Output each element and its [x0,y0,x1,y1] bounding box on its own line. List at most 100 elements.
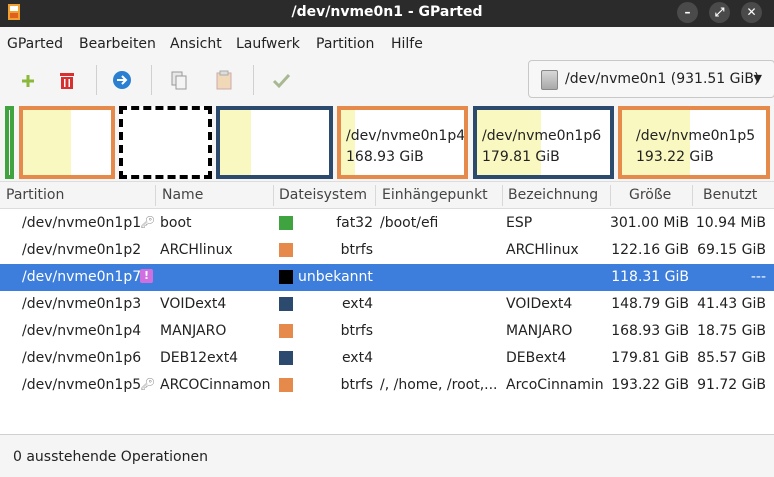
name-cell: ARCOCinnamon [160,377,271,393]
column-used[interactable]: Benutzt [703,187,757,203]
column-separator [502,185,503,206]
menu-bearbeiten[interactable]: Bearbeiten [79,36,156,52]
filesystem-color-swatch [279,216,293,230]
column-label[interactable]: Bezeichnung [508,187,598,203]
apply-icon[interactable] [268,67,294,93]
column-mountpoint[interactable]: Einhängepunkt [382,187,488,203]
name-cell: boot [160,215,192,231]
filesystem-color-swatch [279,324,293,338]
diskmap-partition-p6[interactable]: /dev/nvme0n1p6 179.81 GiB [473,106,614,179]
column-separator [375,185,376,206]
partition-cell: /dev/nvme0n1p3 [22,296,142,312]
minimize-button[interactable]: – [677,2,698,23]
column-partition[interactable]: Partition [6,187,64,203]
used-cell: 18.75 GiB [697,323,766,339]
mountpoint-cell: /, /home, /root,... [380,377,498,393]
size-cell: 193.22 GiB [611,377,689,393]
filesystem-color-swatch [279,297,293,311]
menu-partition[interactable]: Partition [316,36,374,52]
maximize-button[interactable]: ⤢ [709,2,730,23]
name-cell: VOIDext4 [160,296,227,312]
used-cell: 41.43 GiB [697,296,766,312]
table-row[interactable]: /dev/nvme0n1p5 🔑︎ ARCOCinnamon btrfs /, /hom… [0,372,774,399]
diskmap-partition-p4[interactable]: /dev/nvme0n1p4 168.93 GiB [337,106,468,179]
disk-map: /dev/nvme0n1p4 168.93 GiB /dev/nvme0n1p6 1… [0,101,774,181]
table-row[interactable]: /dev/nvme0n1p4 MANJARO btrfs MANJARO 168.93 … [0,318,774,345]
disk-icon [541,70,558,90]
toolbar-separator [253,65,254,95]
column-separator [610,185,611,206]
filesystem-color-swatch [279,243,293,257]
label-cell: VOIDext4 [506,296,573,312]
column-separator [273,185,274,206]
new-partition-icon[interactable] [15,67,41,93]
filesystem-color-swatch [279,270,293,284]
table-row[interactable]: /dev/nvme0n1p3 VOIDext4 ext4 VOIDext4 148.79… [0,291,774,318]
table-row[interactable]: /dev/nvme0n1p7! unbekannt 118.31 GiB --- [0,264,774,291]
size-cell: 148.79 GiB [611,296,689,312]
diskmap-partition-p2[interactable] [19,106,115,179]
column-filesystem[interactable]: Dateisystem [279,187,367,203]
filesystem-color-swatch [279,351,293,365]
name-cell: DEB12ext4 [160,350,239,366]
used-cell: 85.57 GiB [697,350,766,366]
menu-hilfe[interactable]: Hilfe [391,36,423,52]
toolbar-separator [151,65,152,95]
partition-cell: /dev/nvme0n1p4 [22,323,142,339]
column-size[interactable]: Größe [629,187,671,203]
diskmap-partition-p5[interactable]: /dev/nvme0n1p5 193.22 GiB [618,106,770,179]
filesystem-cell: ext4 [341,296,373,312]
copy-icon[interactable] [166,67,192,93]
name-cell: MANJARO [160,323,227,339]
menu-ansicht[interactable]: Ansicht [170,36,222,52]
label-cell: ArcoCinnamin [506,377,604,393]
diskmap-partition-p3[interactable] [216,106,333,179]
dropdown-arrow-icon: ▼ [753,72,762,85]
partition-cell: /dev/nvme0n1p2 [22,242,142,258]
device-selector[interactable]: /dev/nvme0n1 (931.51 GiB) ▼ [528,60,774,98]
menu-gparted[interactable]: GParted [7,36,63,52]
table-row[interactable]: /dev/nvme0n1p2 ARCHlinux btrfs ARCHlinux 122… [0,237,774,264]
column-separator [692,185,693,206]
label-cell: ESP [506,215,533,231]
size-cell: 179.81 GiB [611,350,689,366]
filesystem-cell: btrfs [340,377,373,393]
filesystem-cell: btrfs [340,323,373,339]
toolbar: /dev/nvme0n1 (931.51 GiB) ▼ [0,59,774,101]
column-name[interactable]: Name [162,187,203,203]
device-selector-label: /dev/nvme0n1 (931.51 GiB) [565,71,760,87]
filesystem-cell: ext4 [341,350,373,366]
diskmap-size: 168.93 GiB [346,149,424,165]
window-title: /dev/nvme0n1 - GParted [291,4,483,20]
label-cell: MANJARO [506,323,573,339]
paste-icon[interactable] [211,67,237,93]
used-cell: --- [750,269,766,285]
table-row[interactable]: /dev/nvme0n1p6 DEB12ext4 ext4 DEBext4 179.81… [0,345,774,372]
status-bar: 0 ausstehende Operationen [0,434,774,477]
label-cell: ARCHlinux [506,242,579,258]
size-cell: 122.16 GiB [611,242,689,258]
diskmap-partition-p7[interactable] [119,106,212,179]
partition-cell: /dev/nvme0n1p6 [22,350,142,366]
close-button[interactable]: ✕ [741,2,762,23]
pending-operations-text: 0 ausstehende Operationen [13,449,208,465]
diskmap-size: 193.22 GiB [636,149,714,165]
name-cell: ARCHlinux [160,242,233,258]
used-cell: 69.15 GiB [697,242,766,258]
diskmap-label: /dev/nvme0n1p6 [482,128,602,144]
partition-table: Partition Name Dateisystem Einhängepunkt… [0,181,774,434]
menu-laufwerk[interactable]: Laufwerk [236,36,300,52]
filesystem-cell: btrfs [340,242,373,258]
diskmap-label: /dev/nvme0n1p5 [636,128,756,144]
delete-icon[interactable] [54,67,80,93]
table-row[interactable]: /dev/nvme0n1p1 🔑︎ boot fat32/boot/efi ESP 301… [0,210,774,237]
title-bar: /dev/nvme0n1 - GParted – ⤢ ✕ [0,0,774,27]
diskmap-partition-p1[interactable] [5,106,14,179]
size-cell: 118.31 GiB [611,269,689,285]
used-cell: 91.72 GiB [697,377,766,393]
resize-move-icon[interactable] [109,67,135,93]
table-header: Partition Name Dateisystem Einhängepunkt… [0,182,774,209]
menu-bar: GParted Bearbeiten Ansicht Laufwerk Part… [0,27,774,59]
key-icon: 🔑︎ [140,377,156,391]
partition-cell: /dev/nvme0n1p5 [22,377,142,393]
